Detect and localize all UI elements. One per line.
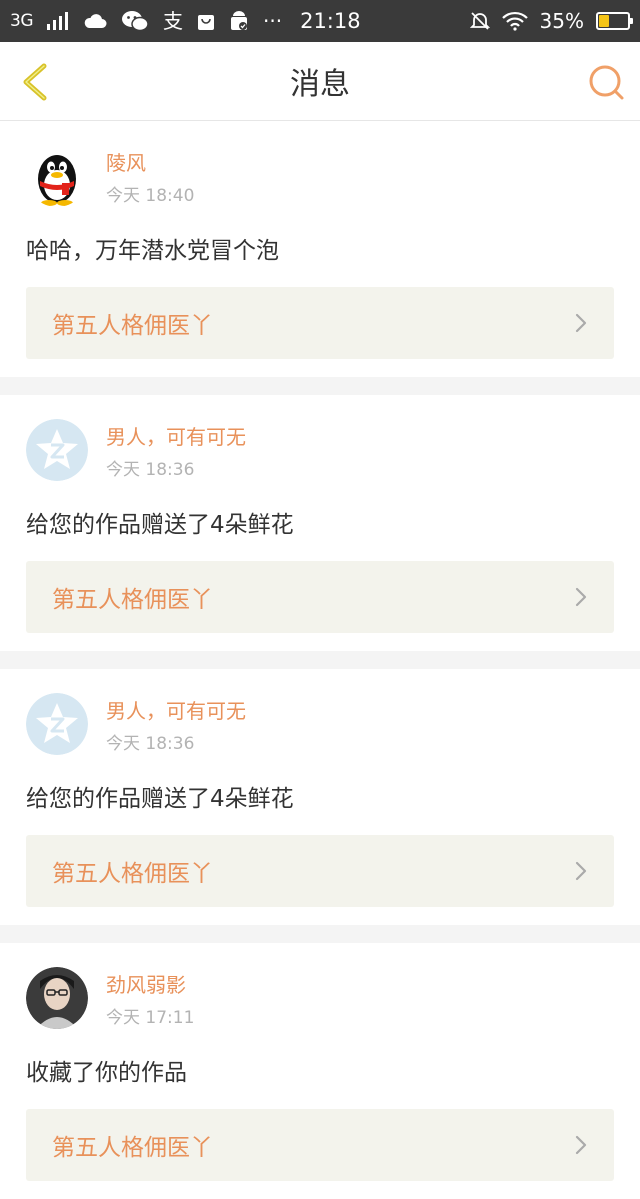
message-text: 哈哈，万年潜水党冒个泡 bbox=[26, 238, 279, 264]
work-title: 第五人格佣医丫 bbox=[52, 587, 213, 613]
message-time: 今天 18:36 bbox=[106, 734, 195, 754]
page-title: 消息 bbox=[290, 67, 350, 102]
cloud-icon bbox=[84, 14, 107, 28]
work-link[interactable]: 第五人格佣医丫 bbox=[26, 287, 614, 359]
status-bar: 3G 支 ··· 21:18 35% bbox=[0, 0, 640, 42]
android-update-icon bbox=[231, 11, 247, 30]
signal-icon bbox=[47, 12, 68, 30]
work-link[interactable]: 第五人格佣医丫 bbox=[26, 835, 614, 907]
wechat-icon bbox=[122, 11, 149, 32]
mute-bell-icon bbox=[469, 12, 490, 30]
network-indicator: 3G bbox=[10, 11, 34, 31]
chevron-right-icon bbox=[575, 313, 587, 333]
username[interactable]: 劲风弱影 bbox=[106, 973, 194, 997]
nav-header: 消息 bbox=[0, 42, 640, 121]
more-icon: ··· bbox=[263, 9, 283, 33]
username[interactable]: 男人，可有可无 bbox=[106, 699, 246, 723]
user-photo-avatar[interactable] bbox=[26, 967, 88, 1029]
chevron-left-icon[interactable] bbox=[16, 60, 56, 104]
search-icon[interactable] bbox=[588, 64, 626, 102]
clock: 21:18 bbox=[300, 9, 361, 33]
message-time: 今天 18:36 bbox=[106, 460, 195, 480]
message-card[interactable]: 男人，可有可无 今天 18:36 给您的作品赠送了4朵鲜花 第五人格佣医丫 bbox=[0, 669, 640, 925]
message-time: 今天 18:40 bbox=[106, 186, 195, 206]
chevron-right-icon bbox=[575, 587, 587, 607]
penguin-avatar[interactable] bbox=[26, 145, 88, 207]
message-card[interactable]: 劲风弱影 今天 17:11 收藏了你的作品 第五人格佣医丫 bbox=[0, 943, 640, 1199]
bag-icon bbox=[198, 15, 214, 30]
work-title: 第五人格佣医丫 bbox=[52, 861, 213, 887]
work-link[interactable]: 第五人格佣医丫 bbox=[26, 561, 614, 633]
battery-icon bbox=[596, 12, 633, 30]
chevron-right-icon bbox=[575, 861, 587, 881]
battery-percent: 35% bbox=[539, 9, 584, 33]
username[interactable]: 陵风 bbox=[106, 151, 194, 175]
default-avatar-icon[interactable] bbox=[26, 419, 88, 481]
message-text: 给您的作品赠送了4朵鲜花 bbox=[26, 786, 294, 812]
alipay-icon: 支 bbox=[163, 9, 183, 33]
default-avatar-icon[interactable] bbox=[26, 693, 88, 755]
wifi-icon bbox=[501, 11, 528, 31]
message-text: 收藏了你的作品 bbox=[26, 1060, 187, 1086]
message-text: 给您的作品赠送了4朵鲜花 bbox=[26, 512, 294, 538]
message-card[interactable]: 陵风 今天 18:40 哈哈，万年潜水党冒个泡 第五人格佣医丫 bbox=[0, 121, 640, 377]
message-list: 陵风 今天 18:40 哈哈，万年潜水党冒个泡 第五人格佣医丫 男人，可有可无 … bbox=[0, 121, 640, 1199]
work-link[interactable]: 第五人格佣医丫 bbox=[26, 1109, 614, 1181]
message-time: 今天 17:11 bbox=[106, 1008, 195, 1028]
message-card[interactable]: 男人，可有可无 今天 18:36 给您的作品赠送了4朵鲜花 第五人格佣医丫 bbox=[0, 395, 640, 651]
chevron-right-icon bbox=[575, 1135, 587, 1155]
username[interactable]: 男人，可有可无 bbox=[106, 425, 246, 449]
work-title: 第五人格佣医丫 bbox=[52, 313, 213, 339]
work-title: 第五人格佣医丫 bbox=[52, 1135, 213, 1161]
